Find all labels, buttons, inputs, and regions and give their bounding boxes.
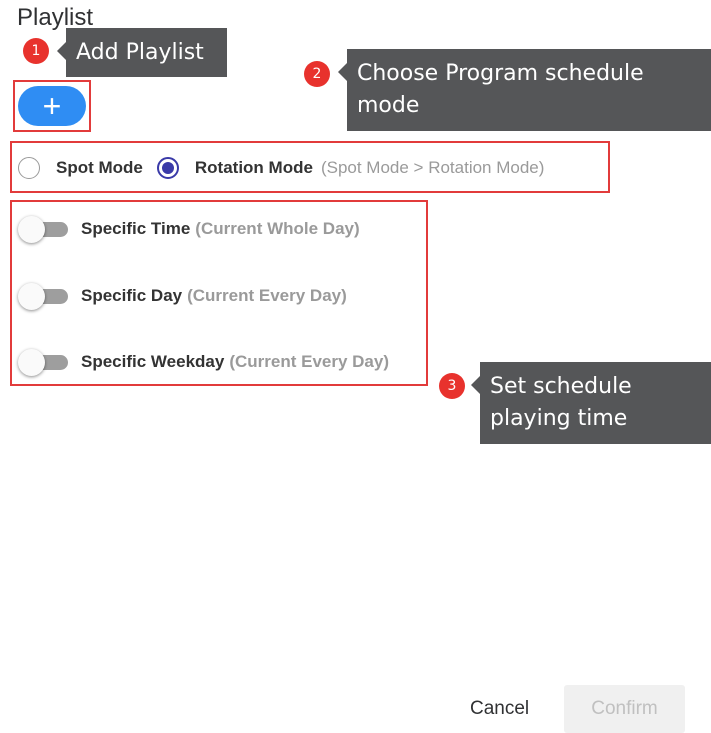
callout-text-line: playing time: [490, 406, 628, 431]
spot-mode-radio[interactable]: [18, 157, 40, 179]
callout-tooltip-2: Choose Program schedule mode: [338, 49, 711, 131]
callout-tooltip-3: Set schedule playing time: [471, 362, 711, 444]
mode-hint: (Spot Mode > Rotation Mode): [320, 158, 545, 177]
specific-day-toggle[interactable]: [18, 282, 70, 310]
schedule-row-specific-day: Specific Day (Current Every Day): [18, 282, 347, 310]
specific-day-hint: (Current Every Day): [187, 286, 347, 305]
confirm-button[interactable]: Confirm: [564, 685, 685, 733]
specific-weekday-toggle[interactable]: [18, 348, 70, 376]
toggle-knob: [18, 349, 45, 376]
add-playlist-button[interactable]: +: [18, 86, 86, 126]
toggle-knob: [18, 283, 45, 310]
specific-time-label: Specific Time: [81, 219, 191, 238]
callout-text-line: mode: [357, 93, 420, 118]
callout-text-line: Choose Program schedule: [357, 61, 644, 86]
cancel-button[interactable]: Cancel: [470, 698, 529, 720]
specific-day-label: Specific Day: [81, 286, 183, 305]
radio-dot: [161, 162, 174, 174]
callout-text-line: Set schedule: [490, 374, 632, 399]
toggle-knob: [18, 216, 45, 243]
rotation-mode-radio[interactable]: [156, 157, 179, 179]
specific-time-hint: (Current Whole Day): [195, 219, 360, 238]
specific-weekday-label: Specific Weekday: [81, 352, 225, 371]
callout-badge-1: 1: [23, 38, 49, 64]
schedule-row-specific-weekday: Specific Weekday (Current Every Day): [18, 348, 389, 376]
mode-radio-group: Spot Mode Rotation Mode (Spot Mode > Rot…: [18, 152, 544, 184]
callout-tooltip-1: Add Playlist: [57, 28, 227, 77]
rotation-mode-label[interactable]: Rotation Mode: [195, 158, 313, 178]
specific-weekday-hint: (Current Every Day): [229, 352, 389, 371]
callout-badge-3: 3: [439, 373, 465, 399]
callout-badge-2: 2: [304, 61, 330, 87]
callout-text: Add Playlist: [76, 40, 204, 65]
schedule-row-specific-time: Specific Time (Current Whole Day): [18, 215, 360, 243]
specific-time-toggle[interactable]: [18, 215, 70, 243]
spot-mode-label[interactable]: Spot Mode: [56, 158, 143, 178]
